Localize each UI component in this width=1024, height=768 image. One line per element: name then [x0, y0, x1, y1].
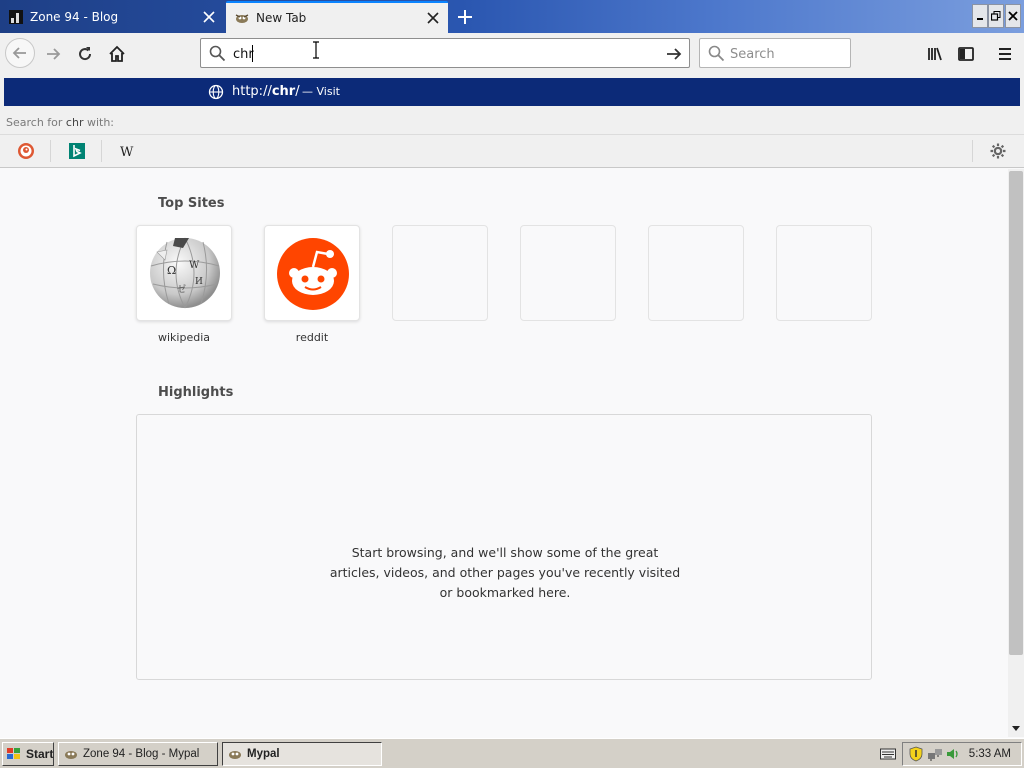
plus-icon	[458, 10, 472, 24]
top-site-label: wikipedia	[157, 331, 210, 344]
wikipedia-engine-button[interactable]: W	[117, 140, 139, 162]
start-label: Start	[26, 747, 54, 761]
reload-icon	[79, 47, 92, 61]
minimize-button[interactable]	[972, 4, 988, 28]
search-icon	[708, 45, 725, 62]
close-tab-icon[interactable]	[198, 6, 220, 28]
mypal-icon	[229, 751, 241, 759]
search-input[interactable]	[730, 46, 845, 62]
reddit-logo-icon	[277, 238, 349, 310]
divider	[972, 140, 973, 162]
highlights-empty-state: Start browsing, and we'll show some of t…	[136, 414, 872, 680]
go-arrow-icon[interactable]	[665, 45, 683, 63]
volume-icon[interactable]	[945, 746, 961, 762]
autocomplete-row-visit[interactable]: http://chr/ — Visit	[4, 78, 1020, 106]
top-site-tile-wikipedia[interactable]: Ω W И ゼ	[136, 225, 232, 321]
forward-button[interactable]	[38, 39, 68, 69]
restore-button[interactable]	[988, 4, 1004, 28]
search-bar[interactable]	[699, 38, 851, 68]
taskbar-clock: 5:33 AM	[968, 748, 1011, 760]
bing-icon	[69, 143, 85, 159]
globe-icon	[208, 84, 224, 100]
wikipedia-icon: W	[120, 145, 134, 158]
mypal-icon	[65, 751, 77, 759]
tab-title: New Tab	[256, 11, 307, 25]
top-site-tile-reddit[interactable]	[264, 225, 360, 321]
svg-text:ゼ: ゼ	[177, 283, 186, 295]
tab-strip: Zone 94 - Blog New Tab	[0, 0, 1024, 33]
tab-new-tab[interactable]: New Tab	[226, 1, 448, 33]
search-settings-button[interactable]	[987, 140, 1009, 162]
system-tray: 5:33 AM	[902, 742, 1022, 766]
library-button[interactable]	[920, 39, 950, 69]
back-button[interactable]	[5, 38, 35, 68]
highlights-title: Highlights	[158, 385, 234, 400]
autocomplete-action: — Visit	[302, 85, 340, 98]
sidebar-icon	[958, 47, 974, 61]
hamburger-menu-icon	[999, 48, 1011, 60]
chevron-down-icon	[1012, 726, 1020, 731]
duckduckgo-engine-button[interactable]	[15, 140, 37, 162]
home-icon	[109, 45, 125, 62]
back-arrow-icon	[12, 47, 26, 59]
mypal-favicon-icon	[235, 14, 249, 23]
close-window-button[interactable]	[1005, 4, 1021, 28]
top-site-tile-empty	[648, 225, 744, 321]
svg-text:Ω: Ω	[167, 264, 176, 277]
library-icon	[928, 47, 942, 61]
url-bar[interactable]	[200, 38, 690, 68]
minimize-icon	[977, 18, 983, 20]
forward-arrow-icon	[47, 48, 61, 60]
top-sites-title: Top Sites	[158, 196, 225, 211]
text-caret	[252, 45, 253, 62]
divider	[0, 134, 1024, 135]
duckduckgo-icon	[18, 143, 34, 159]
restore-icon	[991, 11, 1001, 21]
search-for-label: Search for chr with:	[6, 116, 115, 129]
keyboard-icon[interactable]	[880, 747, 896, 761]
new-tab-button[interactable]	[452, 4, 478, 30]
top-site-tile-empty	[392, 225, 488, 321]
divider	[50, 140, 51, 162]
taskbar-item-zone94[interactable]: Zone 94 - Blog - Mypal	[58, 742, 218, 766]
new-tab-page: Top Sites Ω W И ゼ wikipedia reddit Highl…	[0, 169, 1008, 737]
top-site-label: reddit	[295, 331, 329, 344]
site-favicon-icon	[9, 10, 23, 24]
wikipedia-globe-icon: Ω W И ゼ	[150, 237, 220, 309]
taskbar-item-mypal[interactable]: Mypal	[222, 742, 382, 766]
sidebar-button[interactable]	[951, 39, 981, 69]
close-tab-icon[interactable]	[422, 7, 444, 29]
svg-text:W: W	[189, 260, 200, 271]
tab-title: Zone 94 - Blog	[30, 10, 119, 24]
menu-button[interactable]	[990, 39, 1020, 69]
bing-engine-button[interactable]	[66, 140, 88, 162]
tab-zone94-blog[interactable]: Zone 94 - Blog	[0, 1, 224, 33]
highlights-empty-message: Start browsing, and we'll show some of t…	[329, 545, 681, 600]
svg-text:W: W	[120, 145, 134, 158]
security-shield-icon[interactable]	[909, 746, 923, 762]
scroll-down-button[interactable]	[1008, 721, 1024, 737]
start-button[interactable]: Start	[2, 742, 54, 766]
url-autocomplete-popup: http://chr/ — Visit Search for chr with:…	[0, 74, 1024, 168]
svg-text:И: И	[195, 277, 203, 287]
autocomplete-url: http://chr/	[232, 84, 300, 99]
navigation-toolbar	[0, 33, 1024, 74]
gear-icon	[990, 143, 1006, 159]
ibeam-cursor-icon	[313, 41, 319, 59]
taskbar: Start Zone 94 - Blog - Mypal Mypal 5:33 …	[0, 738, 1024, 768]
top-site-tile-empty	[776, 225, 872, 321]
scrollbar-thumb[interactable]	[1009, 171, 1023, 655]
taskbar-item-label: Mypal	[247, 748, 280, 760]
windows-logo-icon	[7, 748, 20, 759]
search-icon	[209, 45, 226, 62]
url-input[interactable]	[233, 45, 653, 63]
divider	[101, 140, 102, 162]
close-icon	[1008, 11, 1018, 21]
home-button[interactable]	[102, 39, 132, 69]
taskbar-item-label: Zone 94 - Blog - Mypal	[83, 748, 200, 760]
network-icon[interactable]	[927, 746, 943, 762]
top-site-tile-empty	[520, 225, 616, 321]
reload-button[interactable]	[70, 39, 100, 69]
